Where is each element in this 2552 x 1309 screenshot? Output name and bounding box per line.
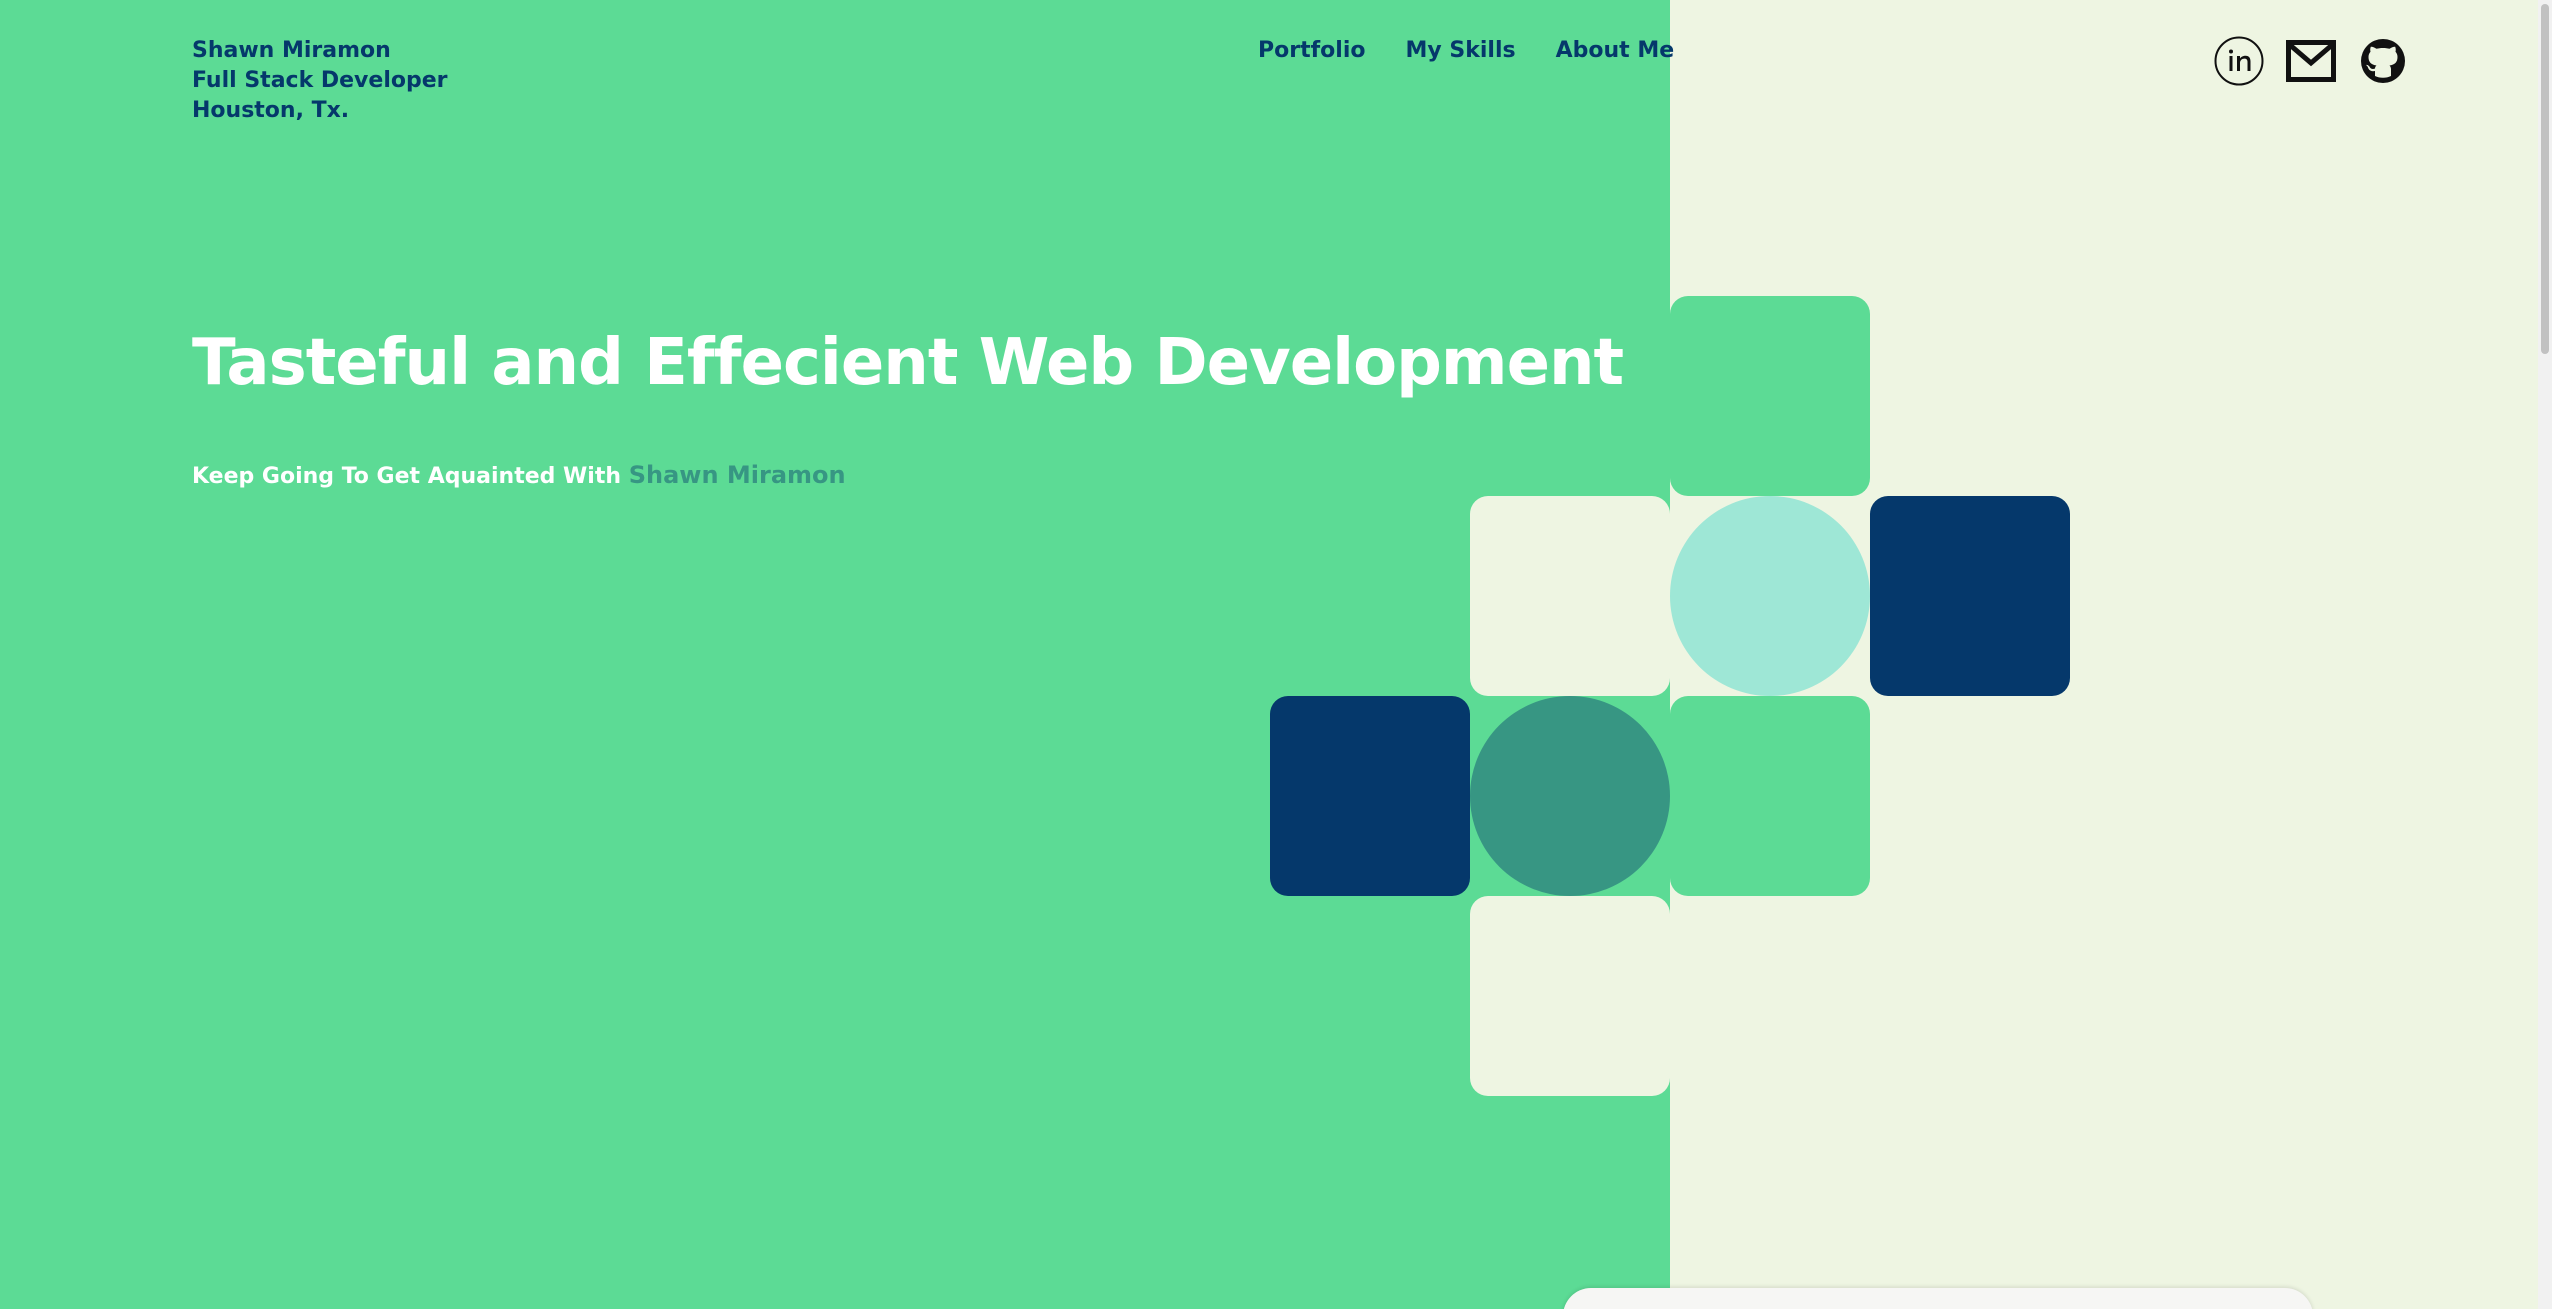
github-icon[interactable]	[2358, 36, 2408, 86]
tile-green-bottom	[1670, 696, 1870, 896]
owner-role: Full Stack Developer	[192, 68, 448, 93]
owner-location: Houston, Tx.	[192, 98, 350, 123]
main-nav: Portfolio My Skills About Me	[1258, 36, 1674, 66]
tagline-prefix: Keep Going To Get Aquainted With	[192, 464, 622, 489]
scrollbar-thumb[interactable]	[2541, 4, 2549, 354]
mail-icon[interactable]	[2286, 36, 2336, 86]
next-section-card	[1563, 1288, 2313, 1309]
tile-green-top	[1670, 296, 1870, 496]
tile-navy-right	[1870, 496, 2070, 696]
social-links	[2214, 36, 2408, 86]
tile-navy-left	[1270, 696, 1470, 896]
nav-about-link[interactable]: About Me	[1556, 36, 1675, 66]
tile-cream-bottom	[1470, 896, 1670, 1096]
tile-cream-mid	[1470, 496, 1670, 696]
nav-skills-link[interactable]: My Skills	[1406, 36, 1516, 66]
linkedin-icon[interactable]	[2214, 36, 2264, 86]
tile-teal-circle	[1470, 696, 1670, 896]
tile-mint-circle	[1670, 496, 1870, 696]
site-identity: Shawn Miramon Full Stack Developer Houst…	[192, 36, 448, 126]
page-scrollbar[interactable]	[2538, 0, 2552, 1309]
nav-portfolio-link[interactable]: Portfolio	[1258, 36, 1366, 66]
owner-name: Shawn Miramon	[192, 38, 391, 63]
tagline-name: Shawn Miramon	[628, 461, 846, 489]
hero-tagline: Keep Going To Get Aquainted With Shawn M…	[192, 458, 846, 494]
hero-headline: Tasteful and Effecient Web Development	[192, 326, 1624, 400]
hero-background-left	[0, 0, 1670, 1309]
